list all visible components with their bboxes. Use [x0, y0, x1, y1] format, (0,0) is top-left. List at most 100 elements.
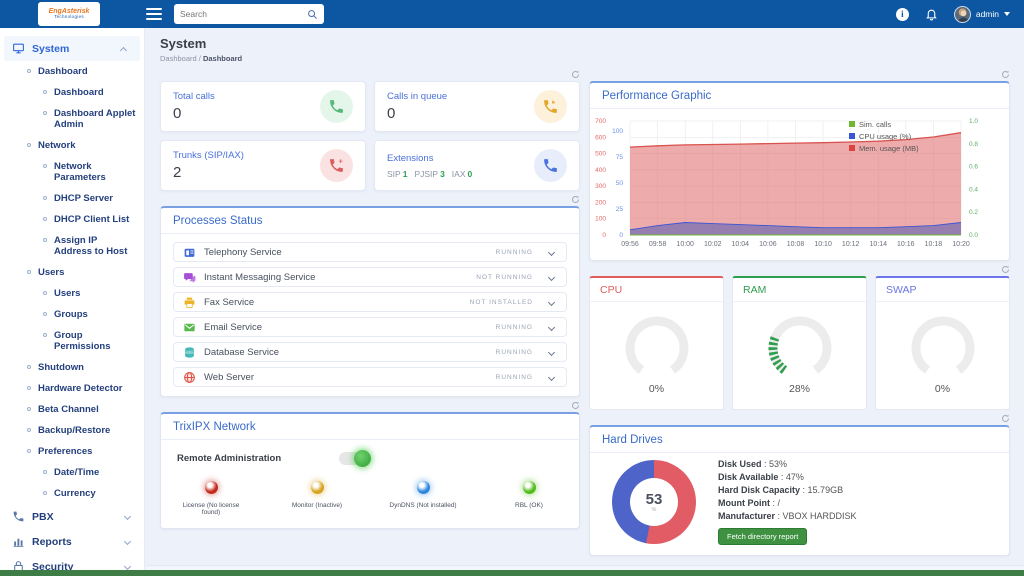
sidebar-item-hardware-detector[interactable]: Hardware Detector: [0, 378, 144, 399]
notifications-bell-icon[interactable]: [925, 8, 938, 21]
sidebar-item-currency[interactable]: Currency: [0, 483, 144, 504]
refresh-performance-icon[interactable]: [1001, 66, 1010, 84]
status-dot-icon: [204, 481, 218, 494]
info-icon[interactable]: i: [895, 7, 909, 21]
chevron-down-icon[interactable]: [547, 298, 556, 306]
refresh-network-icon[interactable]: [571, 397, 580, 415]
svg-text:700: 700: [595, 118, 606, 125]
status-monitor: Monitor (Inactive): [279, 481, 355, 516]
status-dot-label: Monitor (Inactive): [291, 502, 343, 509]
svg-text:10:16: 10:16: [897, 241, 915, 248]
sidebar-item-preferences[interactable]: Preferences: [0, 441, 144, 462]
header-actions: i admin: [895, 5, 1024, 23]
sidebar-item-dhcp-client-list[interactable]: DHCP Client List: [0, 209, 144, 230]
chevron-down-icon[interactable]: [547, 348, 556, 356]
search-icon[interactable]: [307, 9, 318, 20]
process-row-email-service[interactable]: Email Service RUNNING: [173, 317, 567, 337]
svg-text:+: +: [339, 157, 343, 165]
sidebar-item-dashboard[interactable]: Dashboard: [0, 82, 144, 103]
sidebar-item-users[interactable]: Users: [0, 283, 144, 304]
sidebar-item-date-time[interactable]: Date/Time: [0, 462, 144, 483]
breadcrumb: Dashboard / Dashboard: [160, 54, 243, 63]
search-input[interactable]: [180, 9, 307, 19]
process-row-database-service[interactable]: Database Service RUNNING: [173, 342, 567, 362]
brand-logo[interactable]: EngAsterisk Technologies: [38, 2, 100, 26]
sidebar-item-dashboard[interactable]: Dashboard: [0, 61, 144, 82]
chevron-down-icon[interactable]: [547, 373, 556, 381]
sidebar-item-system[interactable]: System: [4, 36, 140, 61]
sidebar-item-assign-ip-address-to-host[interactable]: Assign IP Address to Host: [0, 230, 144, 262]
process-row-instant-messaging-service[interactable]: Instant Messaging Service NOT RUNNING: [173, 267, 567, 287]
bullet-icon: [43, 164, 47, 168]
sidebar-item-pbx[interactable]: PBX: [0, 504, 144, 529]
chevron-down-icon[interactable]: [547, 323, 556, 331]
lock-icon: [12, 560, 25, 570]
sidebar-item-group-permissions[interactable]: Group Permissions: [0, 325, 144, 357]
svg-text:10:12: 10:12: [842, 241, 860, 248]
bullet-icon: [27, 270, 31, 274]
breadcrumb-current: Dashboard: [202, 54, 243, 63]
disk-usage-donut: 53 %: [612, 460, 696, 544]
refresh-stats-icon[interactable]: [571, 66, 580, 84]
breadcrumb-parent[interactable]: Dashboard: [160, 54, 197, 63]
process-status: NOT RUNNING: [476, 273, 533, 281]
sidebar-item-network-parameters[interactable]: Network Parameters: [0, 156, 144, 188]
stat-card-calls-in-queue: Calls in queue 0: [374, 81, 580, 132]
sidebar-item-groups[interactable]: Groups: [0, 304, 144, 325]
gauge-percent: 28%: [788, 382, 810, 395]
svg-text:Mem. usage (MB): Mem. usage (MB): [859, 144, 919, 153]
process-name: Web Server: [204, 371, 254, 383]
stat-card-trunks-sip-iax-: Trunks (SIP/IAX) 2 +: [160, 140, 366, 191]
refresh-processes-icon[interactable]: [571, 191, 580, 209]
chevron-down-icon[interactable]: [547, 273, 556, 281]
sidebar-item-shutdown[interactable]: Shutdown: [0, 357, 144, 378]
chevron-down-icon: [123, 537, 132, 546]
disk-detail-row: Disk Used : 53%: [718, 459, 788, 469]
refresh-gauges-icon[interactable]: [1001, 261, 1010, 279]
svg-text:Sim. calls: Sim. calls: [859, 120, 891, 129]
database-icon: [183, 346, 196, 359]
status-dot-label: DynDNS (Not installed): [389, 502, 457, 509]
sidebar-item-security[interactable]: Security: [0, 554, 144, 570]
sidebar-item-dashboard-applet-admin[interactable]: Dashboard Applet Admin: [0, 103, 144, 135]
status-dot-label: License (No license found): [182, 502, 240, 516]
sidebar-item-users[interactable]: Users: [0, 262, 144, 283]
process-row-telephony-service[interactable]: Telephony Service RUNNING: [173, 242, 567, 262]
phone-icon: [12, 510, 25, 523]
performance-chart: 0 100 200 300 400 500 600 700 0 25 50 75 100 0.0 0.2 0.…: [590, 109, 1009, 260]
chart-icon: [12, 535, 25, 548]
process-name: Email Service: [204, 321, 263, 333]
remote-admin-toggle[interactable]: [339, 450, 372, 467]
process-row-fax-service[interactable]: Fax Service NOT INSTALLED: [173, 292, 567, 312]
gauge-card-swap: SWAP 0%: [875, 276, 1010, 410]
svg-text:10:00: 10:00: [676, 241, 694, 248]
user-menu[interactable]: admin: [953, 5, 1010, 23]
sidebar-item-reports[interactable]: Reports: [0, 529, 144, 554]
processes-title: Processes Status: [161, 208, 579, 234]
remote-admin-label: Remote Administration: [177, 453, 282, 464]
sidebar-item-dhcp-server[interactable]: DHCP Server: [0, 188, 144, 209]
stat-card-total-calls: Total calls 0: [160, 81, 366, 132]
gauge-label: SWAP: [876, 278, 1009, 302]
bottom-green-strip: [0, 570, 1024, 576]
chevron-down-icon[interactable]: [547, 248, 556, 256]
svg-text:09:56: 09:56: [621, 241, 639, 248]
refresh-harddrives-icon[interactable]: [1001, 410, 1010, 428]
status-dot-icon: [522, 481, 536, 494]
sidebar-item-beta-channel[interactable]: Beta Channel: [0, 399, 144, 420]
gauge-percent: 0%: [648, 382, 665, 395]
stat-title: Extensions: [387, 152, 434, 164]
svg-text:100: 100: [612, 128, 623, 135]
avatar: [953, 5, 971, 23]
fetch-directory-report-button[interactable]: Fetch directory report: [718, 528, 808, 545]
sidebar-item-network[interactable]: Network: [0, 135, 144, 156]
status-dyndns: DynDNS (Not installed): [385, 481, 461, 516]
network-status-dots: License (No license found) Monitor (Inac…: [173, 481, 567, 520]
sidebar-item-backup-restore[interactable]: Backup/Restore: [0, 420, 144, 441]
svg-text:75: 75: [616, 154, 624, 161]
process-row-web-server[interactable]: Web Server RUNNING: [173, 367, 567, 387]
bullet-icon: [27, 449, 31, 453]
globe-icon: [183, 371, 196, 384]
menu-toggle-icon[interactable]: [146, 8, 162, 20]
disk-detail-row: Hard Disk Capacity : 15.79GB: [718, 485, 844, 495]
